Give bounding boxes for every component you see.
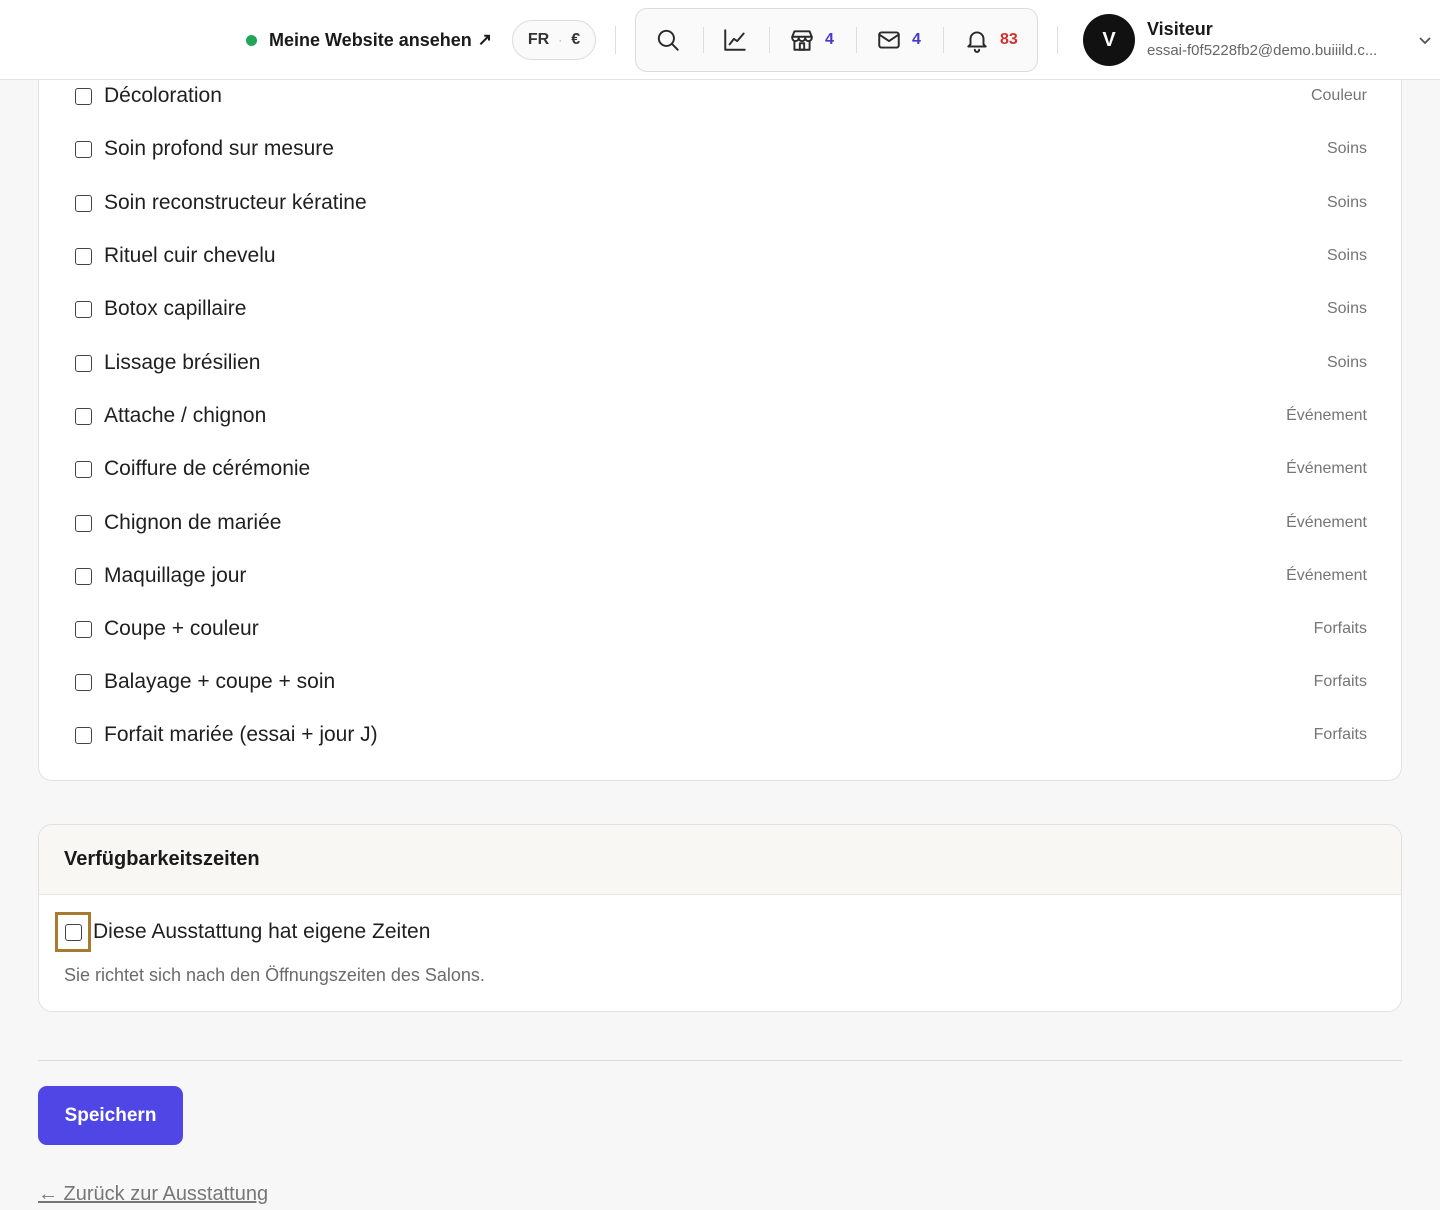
service-category: Événement (1286, 567, 1367, 584)
notifications-button[interactable]: 83 (964, 9, 1018, 71)
toolbar-divider (943, 27, 944, 53)
bell-icon (967, 31, 987, 53)
service-label: Forfait mariée (essai + jour J) (104, 723, 378, 746)
focus-outline (55, 912, 91, 952)
service-category: Couleur (1310, 87, 1367, 104)
service-label: Botox capillaire (104, 297, 247, 320)
service-row[interactable]: Soin reconstructeur kératine Soins (75, 188, 1367, 218)
service-row[interactable]: Coupe + couleur Forfaits (75, 614, 1367, 644)
service-label: Soin profond sur mesure (104, 137, 334, 160)
service-label: Chignon de mariée (104, 511, 282, 534)
service-label: Soin reconstructeur kératine (104, 191, 367, 214)
service-row[interactable]: Rituel cuir chevelu Soins (75, 241, 1367, 271)
service-category: Soins (1326, 354, 1367, 371)
service-row[interactable]: Soin profond sur mesure Soins (75, 134, 1367, 164)
service-row[interactable]: Forfait mariée (essai + jour J) Forfaits (75, 720, 1367, 750)
service-row[interactable]: Balayage + coupe + soin Forfaits (75, 667, 1367, 697)
service-checkbox[interactable] (75, 726, 92, 744)
header-divider (1057, 26, 1058, 54)
section-divider (38, 1060, 1402, 1061)
service-category: Soins (1326, 140, 1367, 157)
service-checkbox[interactable] (75, 140, 92, 158)
service-label: Maquillage jour (104, 564, 247, 587)
service-category: Forfaits (1313, 726, 1367, 743)
user-name[interactable]: Visiteur (1147, 19, 1213, 40)
availability-title: Verfügbarkeitszeiten (64, 848, 260, 870)
service-label: Balayage + coupe + soin (104, 670, 336, 693)
service-checkbox[interactable] (75, 354, 92, 372)
service-label: Coiffure de cérémonie (104, 457, 311, 480)
shop-button[interactable]: 4 (789, 9, 834, 71)
service-category: Événement (1286, 407, 1367, 424)
service-checkbox[interactable] (75, 514, 92, 532)
service-category: Soins (1326, 194, 1367, 211)
online-status-dot (246, 34, 257, 46)
service-checkbox[interactable] (75, 247, 92, 265)
service-category: Soins (1326, 300, 1367, 317)
service-label: Coupe + couleur (104, 617, 259, 640)
shop-count-badge: 4 (825, 31, 834, 48)
service-row[interactable]: Maquillage jour Événement (75, 561, 1367, 591)
service-checkbox[interactable] (75, 673, 92, 691)
header-divider (615, 26, 616, 54)
service-category: Événement (1286, 460, 1367, 477)
service-row[interactable]: Décoloration Couleur (75, 81, 1367, 111)
chevron-down-icon (1419, 37, 1431, 45)
currency-symbol: € (571, 31, 581, 48)
service-category: Forfaits (1313, 620, 1367, 637)
availability-card: Verfügbarkeitszeiten Diese Ausstattung h… (38, 824, 1402, 1012)
own-times-label: Diese Ausstattung hat eigene Zeiten (93, 920, 431, 943)
view-website-label: Meine Website ansehen (269, 29, 472, 50)
toolbar-divider (769, 27, 770, 53)
service-label: Rituel cuir chevelu (104, 244, 276, 267)
service-label: Lissage brésilien (104, 351, 261, 374)
service-checkbox[interactable] (75, 300, 92, 318)
search-button[interactable] (655, 9, 681, 71)
save-button[interactable]: Speichern (38, 1086, 183, 1145)
user-email: essai-f0f5228fb2@demo.buiiild.c... (1147, 42, 1378, 59)
service-row[interactable]: Chignon de mariée Événement (75, 508, 1367, 538)
service-checkbox[interactable] (75, 87, 92, 105)
search-icon (657, 29, 679, 51)
view-website-link[interactable]: Meine Website ansehen ↗ (246, 28, 492, 52)
service-label: Décoloration (104, 84, 222, 107)
availability-header: Verfügbarkeitszeiten (39, 825, 1401, 895)
language-code: FR (527, 31, 550, 48)
services-card: Décoloration Couleur Soin profond sur mesu… (38, 40, 1402, 781)
service-label: Attache / chignon (104, 404, 267, 427)
chart-line-icon (724, 29, 746, 51)
toolbar-divider (856, 27, 857, 53)
messages-button[interactable]: 4 (876, 9, 921, 71)
service-row[interactable]: Attache / chignon Événement (75, 401, 1367, 431)
service-checkbox[interactable] (75, 460, 92, 478)
service-checkbox[interactable] (75, 620, 92, 638)
service-checkbox[interactable] (75, 567, 92, 585)
back-to-equipment-link[interactable]: ← Zurück zur Ausstattung (38, 1183, 268, 1206)
external-link-icon: ↗ (477, 30, 492, 49)
service-row[interactable]: Lissage brésilien Soins (75, 348, 1367, 378)
service-row[interactable]: Coiffure de cérémonie Événement (75, 454, 1367, 484)
store-icon (791, 30, 813, 51)
avatar[interactable]: V (1083, 14, 1135, 66)
service-category: Soins (1326, 247, 1367, 264)
own-times-option[interactable]: Diese Ausstattung hat eigene Zeiten (55, 912, 430, 952)
language-currency-switcher[interactable]: FR · € (512, 20, 596, 60)
service-row[interactable]: Botox capillaire Soins (75, 294, 1367, 324)
availability-hint: Sie richtet sich nach den Öffnungszeiten… (64, 965, 485, 985)
mail-count-badge: 4 (912, 31, 921, 48)
service-checkbox[interactable] (75, 407, 92, 425)
own-times-checkbox[interactable] (64, 923, 82, 941)
language-currency-separator: · (558, 33, 563, 47)
toolbar-divider (703, 27, 704, 53)
analytics-button[interactable] (722, 9, 748, 71)
notification-count-badge: 83 (1000, 31, 1018, 48)
top-header: Meine Website ansehen ↗ FR · € 4 4 83 V … (0, 0, 1440, 80)
service-category: Événement (1286, 514, 1367, 531)
service-category: Forfaits (1313, 673, 1367, 690)
header-toolbar: 4 4 83 (635, 8, 1038, 72)
user-menu-toggle[interactable] (1417, 32, 1433, 48)
service-checkbox[interactable] (75, 194, 92, 212)
mail-icon (878, 31, 900, 49)
